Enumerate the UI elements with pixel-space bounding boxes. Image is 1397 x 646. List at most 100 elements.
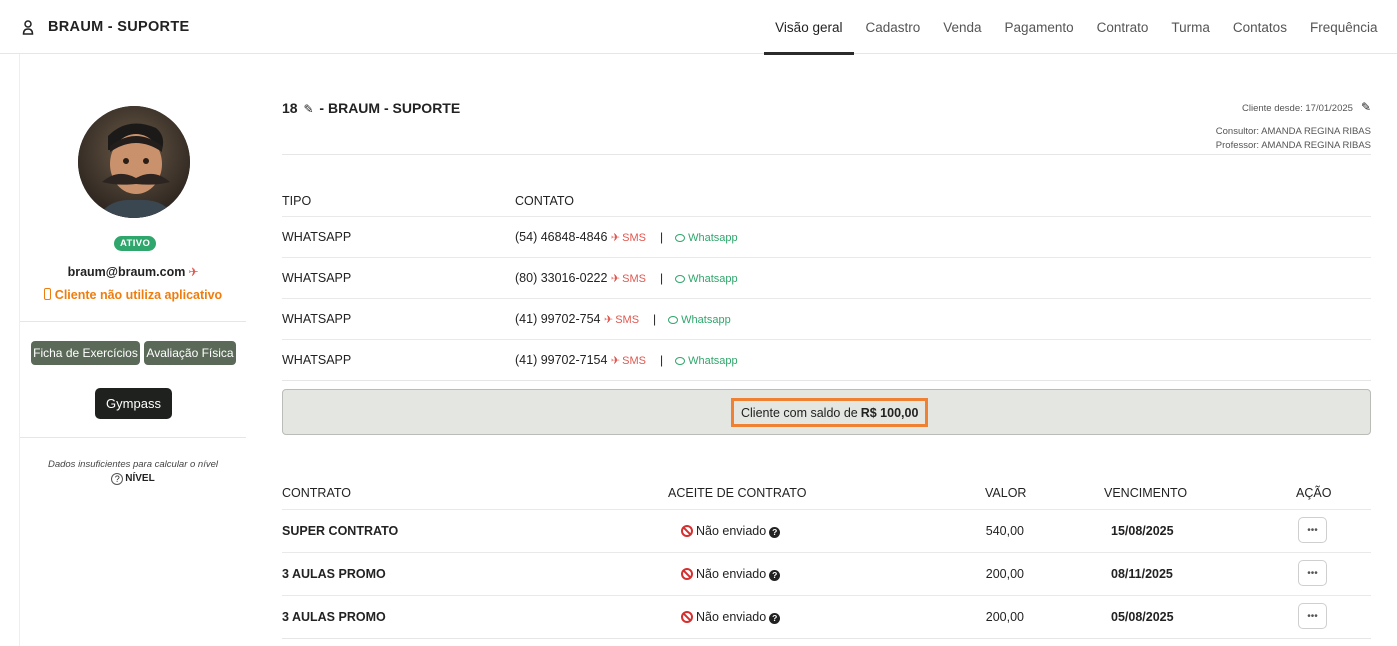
tab-cadastro[interactable]: Cadastro [854,0,932,54]
client-since-row: Cliente desde: 17/01/2025 ✎ [1216,100,1371,116]
separator: | [659,230,664,244]
acceptance-status: Não enviado [696,610,767,624]
sms-link[interactable]: ✈ SMS [611,232,646,244]
contacts-header-tipo: TIPO [282,194,312,208]
person-icon [22,20,34,35]
level-label-text: NÍVEL [125,473,155,484]
contract-acceptance: Não enviado? [681,610,781,624]
edit-id-pencil-icon[interactable]: ✎ [303,102,313,116]
tab-venda[interactable]: Venda [932,0,993,54]
contract-due-date: 15/08/2025 [1111,524,1174,538]
separator: | [659,353,664,367]
contact-type: WHATSAPP [282,230,352,244]
avatar [78,106,190,218]
ficha-exercicios-button[interactable]: Ficha de Exercícios [31,341,140,365]
actions-menu-button[interactable]: ••• [1298,560,1327,586]
actions-menu-button[interactable]: ••• [1298,517,1327,543]
sms-label: SMS [622,232,646,244]
divider [282,380,1371,381]
contract-row: 3 AULAS PROMO Não enviado? 200,00 08/11/… [282,552,1371,595]
level-label: ? NÍVEL [20,473,246,485]
ban-icon [681,611,693,623]
whatsapp-label: Whatsapp [688,355,738,367]
sms-link[interactable]: ✈ SMS [604,314,639,326]
contact-phone: (80) 33016-0222 ✈ SMS | Whatsapp [515,271,738,285]
more-dots-icon: ••• [1307,610,1318,622]
question-icon[interactable]: ? [769,613,781,624]
main-content: 18 ✎ - BRAUM - SUPORTE Cliente desde: 17… [282,54,1371,646]
client-meta: Cliente desde: 17/01/2025 ✎ Consultor: AM… [1216,100,1371,153]
tab-visao-geral[interactable]: Visão geral [763,0,855,55]
consultor: Consultor: AMANDA REGINA RIBAS [1215,126,1371,137]
contracts-header-contrato: CONTRATO [282,486,351,500]
brand: BRAUM - SUPORTE [22,19,189,35]
gympass-button[interactable]: Gympass [95,388,172,419]
more-dots-icon: ••• [1307,567,1318,579]
client-since: Cliente desde: 17/01/2025 [1242,103,1353,114]
sms-label: SMS [622,355,646,367]
sms-label: SMS [622,273,646,285]
contract-name: SUPER CONTRATO [282,524,399,538]
tab-bar: Visão geral Cadastro Venda Pagamento Con… [763,0,1389,55]
client-id: 18 [282,100,298,116]
contact-type: WHATSAPP [282,271,352,285]
separator: | [653,312,657,326]
question-icon[interactable]: ? [769,570,781,581]
contracts-header-vencimento: VENCIMENTO [1104,486,1188,500]
ban-icon [681,568,693,580]
tab-contatos[interactable]: Contatos [1221,0,1298,54]
client-name: - BRAUM - SUPORTE [319,100,461,116]
contact-row: WHATSAPP (54) 46848-4846 ✈ SMS | Whatsapp [282,216,1371,257]
whatsapp-link[interactable]: Whatsapp [675,355,738,367]
tab-frequencia[interactable]: Frequência [1298,0,1389,54]
send-sms-icon: ✈ [603,314,614,326]
chat-bubble-icon [675,234,686,242]
whatsapp-label: Whatsapp [688,273,738,285]
send-sms-icon: ✈ [610,273,621,285]
tab-turma[interactable]: Turma [1160,0,1222,54]
sms-link[interactable]: ✈ SMS [611,273,646,285]
contracts-header-valor: VALOR [985,486,1027,500]
tab-contrato[interactable]: Contrato [1085,0,1160,54]
acceptance-status: Não enviado [696,524,767,538]
contract-name: 3 AULAS PROMO [282,610,386,624]
sidebar: ATIVO braum@braum.com ✈ Cliente não utili… [20,54,246,646]
contact-phone: (54) 46848-4846 ✈ SMS | Whatsapp [515,230,738,244]
send-email-icon[interactable]: ✈ [188,265,198,279]
contact-phone: (41) 99702-7154 ✈ SMS | Whatsapp [515,353,738,367]
contract-acceptance: Não enviado? [681,524,781,538]
question-circle-icon[interactable]: ? [111,473,124,485]
contact-type: WHATSAPP [282,353,352,367]
client-email: braum@braum.com [67,265,186,279]
status-badge: ATIVO [114,236,157,251]
sms-label: SMS [615,314,640,326]
whatsapp-link[interactable]: Whatsapp [675,273,738,285]
whatsapp-label: Whatsapp [681,314,731,326]
tab-pagamento[interactable]: Pagamento [993,0,1085,54]
question-icon[interactable]: ? [769,527,781,538]
contracts-header-aceite: ACEITE DE CONTRATO [668,486,807,500]
contract-value: 540,00 [985,524,1024,538]
whatsapp-label: Whatsapp [688,232,738,244]
contact-row: WHATSAPP (41) 99702-754 ✈ SMS | Whatsapp [282,298,1371,339]
contract-value: 200,00 [985,567,1024,581]
whatsapp-link[interactable]: Whatsapp [668,314,731,326]
acceptance-status: Não enviado [696,567,767,581]
edit-pencil-icon[interactable]: ✎ [1361,100,1371,114]
top-bar: BRAUM - SUPORTE Visão geral Cadastro Ven… [0,0,1397,55]
separator: | [659,271,664,285]
client-title: 18 ✎ - BRAUM - SUPORTE [282,100,460,116]
app-status-text: Cliente não utiliza aplicativo [54,288,223,302]
whatsapp-link[interactable]: Whatsapp [675,232,738,244]
contract-value: 200,00 [985,610,1024,624]
email-row: braum@braum.com ✈ [20,265,246,279]
contact-phone-number: (41) 99702-7154 [515,353,608,367]
contracts-header-acao: AÇÃO [1296,486,1332,500]
sms-link[interactable]: ✈ SMS [611,355,646,367]
actions-menu-button[interactable]: ••• [1298,603,1327,629]
avaliacao-fisica-button[interactable]: Avaliação Física [144,341,236,365]
balance-amount: R$ 100,00 [860,405,919,420]
chat-bubble-icon [675,357,686,365]
contact-row: WHATSAPP (80) 33016-0222 ✈ SMS | Whatsapp [282,257,1371,298]
send-sms-icon: ✈ [610,232,621,244]
